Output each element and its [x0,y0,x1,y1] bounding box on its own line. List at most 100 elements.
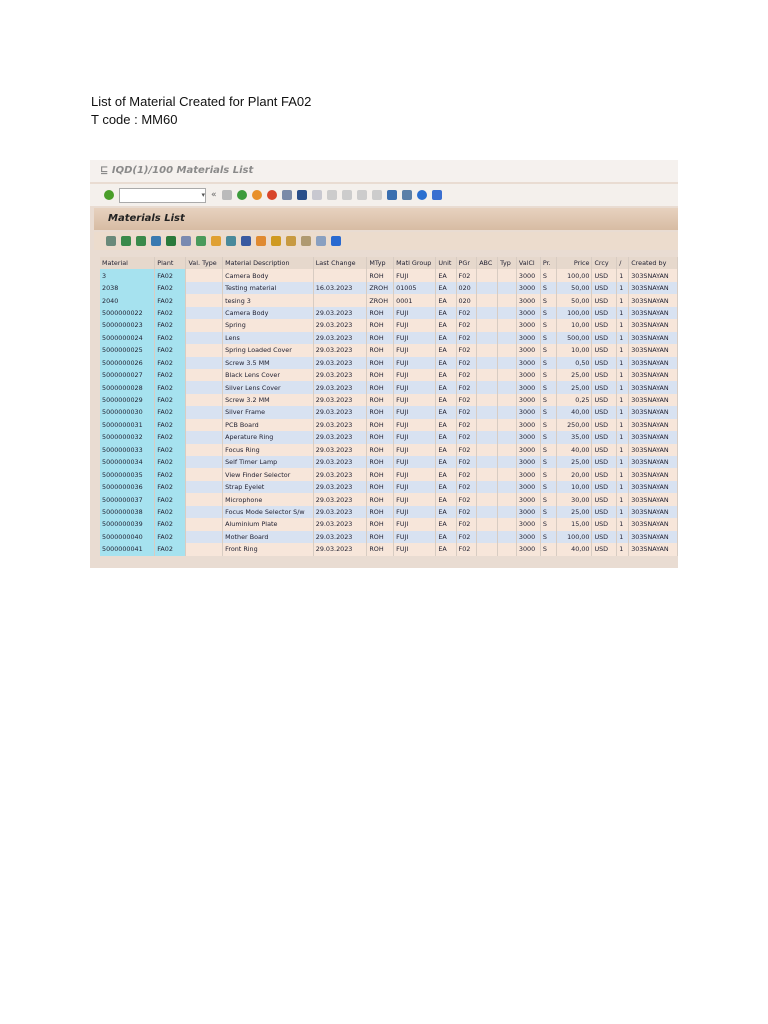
column-header[interactable]: Created by [628,257,678,270]
cell-pr[interactable]: S [540,368,557,382]
cell-plant[interactable]: FA02 [154,368,187,382]
cell-pgr[interactable]: F02 [456,431,478,444]
cell-val-type[interactable] [185,269,224,282]
cell-pgr[interactable]: F02 [456,468,478,481]
back-icon[interactable] [236,190,247,200]
cell-unit[interactable]: EA [435,368,457,382]
cell-mtyp[interactable]: ROH [366,443,395,456]
table-row[interactable]: 5000000037 FA02 Microphone 29.03.2023 ROH FUJ… [100,493,678,506]
cell-plant[interactable]: FA02 [154,443,187,456]
cell-material[interactable]: 5000000026 [100,356,156,369]
table-row[interactable]: 5000000026 FA02 Screw 3.5 MM 29.03.2023 ROH F… [100,356,678,369]
cell-matl-group[interactable]: FUJI [393,505,437,519]
print-icon[interactable] [281,190,292,200]
cell-material[interactable]: 5000000039 [100,518,156,531]
cell-last-change[interactable]: 29.03.2023 [313,306,368,320]
column-header[interactable]: Crcy [591,257,618,270]
cell-material[interactable]: 5000000025 [100,344,156,357]
cell-last-change[interactable]: 29.03.2023 [313,456,368,469]
cell-[interactable]: 1 [616,269,630,282]
cell-last-change[interactable]: 29.03.2023 [313,344,368,357]
cell-material-description[interactable]: Screw 3.2 MM [222,393,314,407]
cell-val-type[interactable] [185,530,224,544]
cell-pr[interactable]: S [540,418,557,432]
cell-[interactable]: 1 [616,294,630,307]
cell-valcl[interactable]: 3000 [516,393,541,407]
cell-material-description[interactable]: Spring Loaded Cover [222,344,314,357]
cell-[interactable]: 1 [616,418,630,432]
cell-valcl[interactable]: 3000 [516,368,541,382]
cell-abc[interactable] [476,505,499,519]
cell-material-description[interactable]: Camera Body [222,306,314,320]
cell-matl-group[interactable]: 0001 [393,294,437,307]
cell-plant[interactable]: FA02 [154,480,187,494]
cell-abc[interactable] [476,281,499,295]
cell-matl-group[interactable]: FUJI [393,493,437,506]
cell-pr[interactable]: S [540,480,557,494]
cell-plant[interactable]: FA02 [154,393,187,407]
cell-pr[interactable]: S [540,493,557,506]
cell-plant[interactable]: FA02 [154,505,187,519]
cell-[interactable]: 1 [616,443,630,456]
cell-crcy[interactable]: USD [591,356,618,369]
cell-valcl[interactable]: 3000 [516,456,541,469]
cell-price[interactable]: 0,25 [556,393,593,407]
cell-last-change[interactable]: 29.03.2023 [313,468,368,481]
cell-mtyp[interactable]: ZROH [366,281,395,295]
column-header[interactable]: PGr [456,257,478,270]
cell-valcl[interactable]: 3000 [516,493,541,506]
cell-val-type[interactable] [185,356,224,369]
cell-plant[interactable]: FA02 [154,319,187,332]
cell-pr[interactable]: S [540,281,557,295]
cell-material-description[interactable]: Strap Eyelet [222,480,314,494]
cell-price[interactable]: 50,00 [556,294,593,307]
layout-icon[interactable] [431,190,442,200]
cell-created-by[interactable]: 303SNAYAN [628,356,678,369]
cell-mtyp[interactable]: ROH [366,480,395,494]
cell-material[interactable]: 2038 [100,281,156,295]
cell-price[interactable]: 40,00 [556,543,593,556]
cell-[interactable]: 1 [616,456,630,469]
cell-crcy[interactable]: USD [591,406,618,419]
column-header[interactable]: Pr. [540,257,557,270]
cell-price[interactable]: 25,00 [556,381,593,394]
cell-mtyp[interactable]: ROH [366,468,395,481]
cell-typ[interactable] [497,281,517,295]
cell-matl-group[interactable]: FUJI [393,431,437,444]
table-row[interactable]: 5000000027 FA02 Black Lens Cover 29.03.2023… [100,368,678,382]
cell-created-by[interactable]: 303SNAYAN [628,456,678,469]
sort-descending-icon[interactable] [136,236,146,246]
cell-pgr[interactable]: F02 [456,344,478,357]
cell-price[interactable]: 500,00 [556,331,593,345]
cell-plant[interactable]: FA02 [154,344,187,357]
cell-unit[interactable]: EA [435,518,457,531]
cell-price[interactable]: 35,00 [556,431,593,444]
cell-last-change[interactable] [313,269,368,282]
cell-price[interactable]: 100,00 [556,269,593,282]
cell-matl-group[interactable]: FUJI [393,530,437,544]
cell-created-by[interactable]: 303SNAYAN [628,393,678,407]
cell-val-type[interactable] [185,518,224,531]
cell-crcy[interactable]: USD [591,431,618,444]
word-icon[interactable] [211,236,221,246]
column-header[interactable]: MTyp [366,257,395,270]
find-icon[interactable] [296,190,307,200]
column-header[interactable]: ABC [476,257,499,270]
cell-crcy[interactable]: USD [591,368,618,382]
cell-mtyp[interactable]: ROH [366,418,395,432]
cell-typ[interactable] [497,381,517,394]
cell-abc[interactable] [476,381,499,394]
cell-plant[interactable]: FA02 [154,543,187,556]
column-header[interactable]: Price [556,257,593,270]
cell-plant[interactable]: FA02 [154,418,187,432]
cell-plant[interactable]: FA02 [154,468,187,481]
back-history-button[interactable]: « [211,190,217,200]
cell-val-type[interactable] [185,319,224,332]
cell-abc[interactable] [476,306,499,320]
cell-unit[interactable]: EA [435,281,457,295]
cell-matl-group[interactable]: FUJI [393,331,437,345]
cell-valcl[interactable]: 3000 [516,294,541,307]
cell-unit[interactable]: EA [435,431,457,444]
cell-val-type[interactable] [185,480,224,494]
cell-price[interactable]: 250,00 [556,418,593,432]
